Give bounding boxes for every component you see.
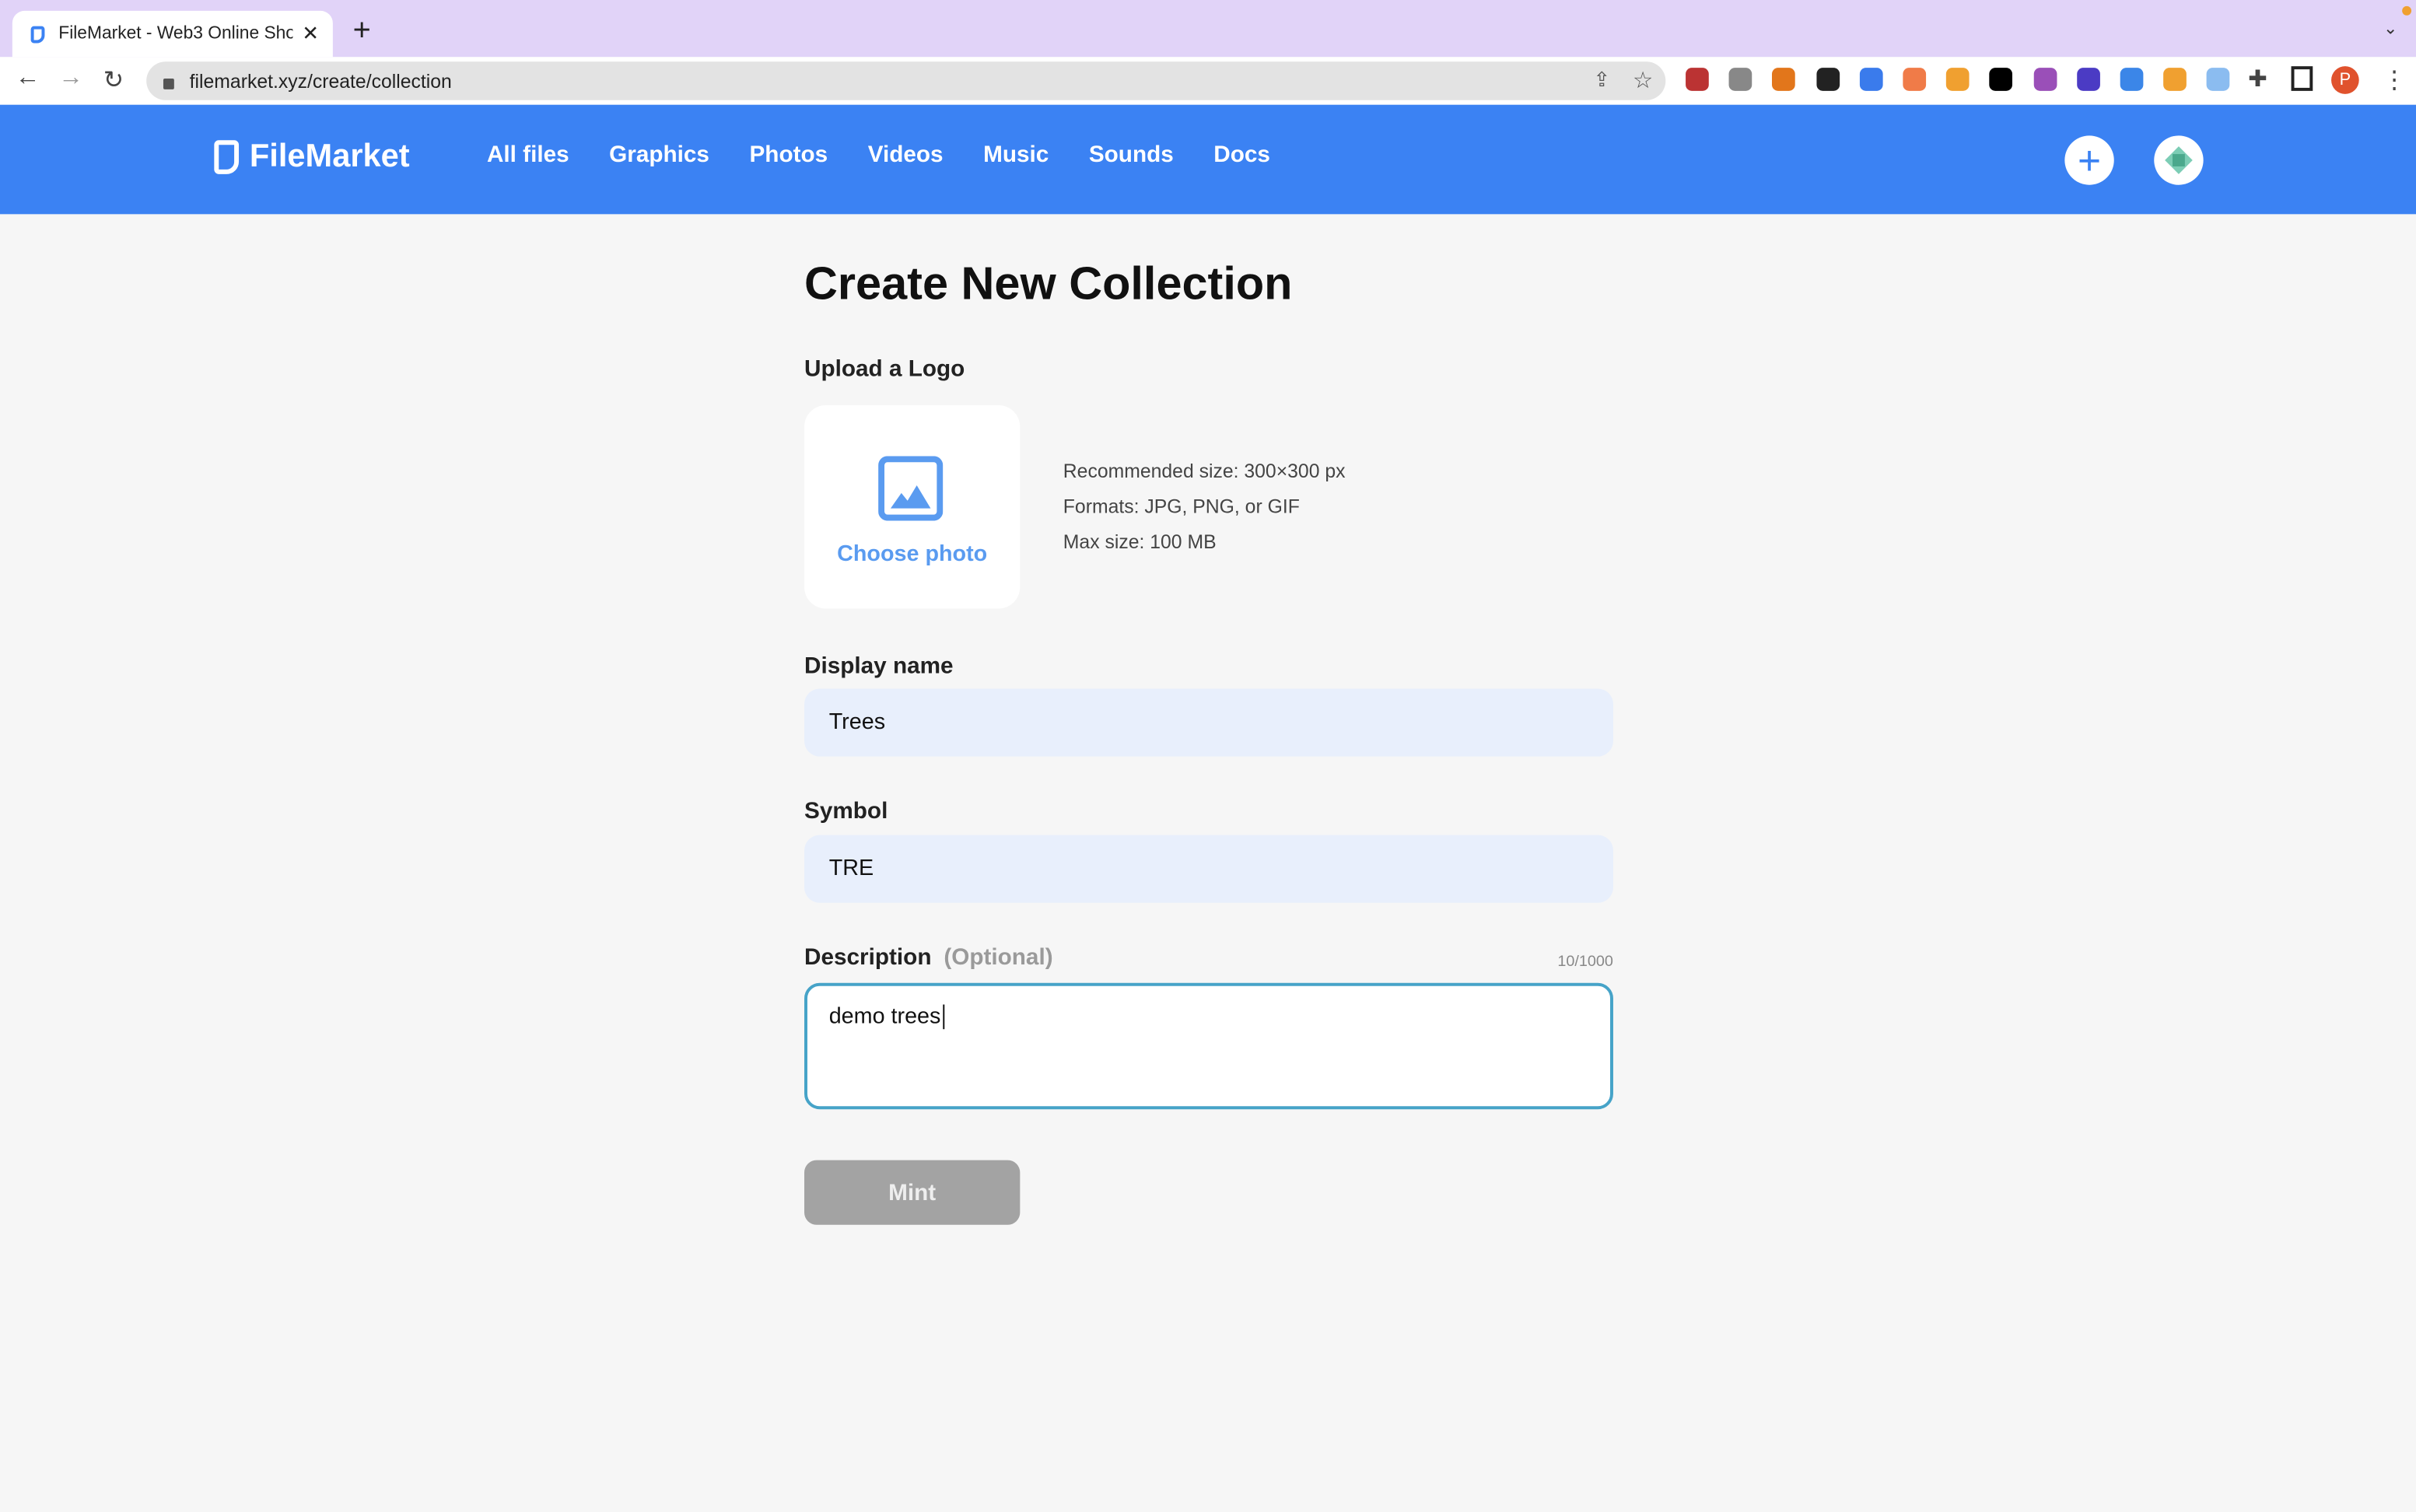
display-name-label: Display name — [804, 653, 954, 680]
lock-icon — [163, 79, 174, 89]
metamask-fox-icon[interactable] — [1772, 68, 1796, 91]
symbol-input[interactable]: TRE — [804, 835, 1613, 903]
create-button[interactable]: + — [2064, 135, 2114, 185]
user-avatar[interactable] — [2154, 135, 2204, 185]
browser-toolbar: ← → ↻ filemarket.xyz/create/collection ⇪… — [0, 57, 2416, 105]
arc-icon[interactable] — [1903, 68, 1927, 91]
address-bar[interactable]: filemarket.xyz/create/collection ⇪ ☆ — [146, 61, 1666, 100]
notification-dot-icon — [2402, 5, 2412, 16]
extensions-puzzle-icon[interactable]: ✚ — [2248, 65, 2267, 93]
description-char-count: 10/1000 — [1557, 954, 1613, 971]
gateway-icon[interactable] — [2033, 68, 2057, 91]
mint-button[interactable]: Mint — [804, 1160, 1021, 1225]
tab-title: FileMarket - Web3 Online Shop — [58, 24, 293, 44]
back-icon[interactable]: ← — [16, 65, 40, 93]
browser-menu-icon[interactable]: ⋮ — [2382, 65, 2407, 96]
hint-max-size: Max size: 100 MB — [1063, 531, 1217, 554]
tab-search-chevron-icon[interactable]: ⌄ — [2383, 19, 2397, 39]
logo-mark-icon — [214, 140, 240, 174]
new-tab-icon[interactable]: + — [353, 14, 371, 50]
snowflake-icon[interactable] — [1990, 68, 2013, 91]
text-cursor — [942, 1004, 944, 1030]
favicon-icon — [30, 25, 45, 43]
site-header: FileMarket All files Graphics Photos Vid… — [0, 104, 2416, 215]
optional-tag: (Optional) — [944, 944, 1053, 971]
swirl-icon[interactable] — [1816, 68, 1840, 91]
polkadot-icon[interactable] — [1946, 68, 1970, 91]
hint-size: Recommended size: 300×300 px — [1063, 460, 1346, 483]
share-icon[interactable]: ⇪ — [1593, 68, 1610, 93]
description-label: Description — [804, 944, 932, 971]
create-collection-form: Create New Collection Upload a Logo Choo… — [804, 214, 1613, 1225]
ghost-icon[interactable] — [2076, 68, 2100, 91]
image-icon — [878, 456, 944, 521]
side-panel-icon[interactable] — [2291, 66, 2313, 91]
bookmark-star-icon[interactable]: ☆ — [1633, 66, 1654, 94]
plus-icon: + — [2078, 137, 2102, 184]
close-tab-icon[interactable]: ✕ — [302, 22, 319, 47]
browser-tab[interactable]: FileMarket - Web3 Online Shop ✕ — [12, 10, 333, 58]
tab-strip: FileMarket - Web3 Online Shop ✕ + ⌄ — [0, 0, 2416, 58]
wave-icon[interactable] — [2120, 68, 2144, 91]
upload-logo-label: Upload a Logo — [804, 355, 965, 383]
choose-photo-label[interactable]: Choose photo — [804, 542, 1020, 567]
upload-hints: Recommended size: 300×300 px Formats: JP… — [1063, 454, 1346, 561]
k-icon[interactable] — [1859, 68, 1883, 91]
forward-icon[interactable]: → — [58, 65, 83, 93]
avatar-pattern-icon — [2165, 146, 2193, 174]
description-textarea[interactable]: demo trees — [804, 982, 1613, 1110]
choose-photo-dropzone[interactable]: Choose photo — [804, 404, 1021, 609]
nav-graphics[interactable]: Graphics — [609, 142, 709, 168]
droplet-icon[interactable] — [2207, 68, 2231, 91]
nav-sounds[interactable]: Sounds — [1089, 142, 1174, 168]
nav-videos[interactable]: Videos — [868, 142, 944, 168]
description-text: demo trees — [828, 1004, 941, 1030]
hint-formats: Formats: JPG, PNG, or GIF — [1063, 495, 1300, 518]
nav-photos[interactable]: Photos — [749, 142, 828, 168]
fingerprint-icon[interactable] — [1686, 68, 1709, 91]
display-name-input[interactable]: Trees — [804, 688, 1613, 757]
page-title: Create New Collection — [804, 258, 1293, 310]
spy-icon[interactable] — [1728, 68, 1752, 91]
helmet-icon[interactable] — [2163, 68, 2187, 91]
brand-name: FileMarket — [249, 138, 410, 174]
nav-docs[interactable]: Docs — [1213, 142, 1270, 168]
url-text: filemarket.xyz/create/collection — [189, 70, 452, 92]
reload-icon[interactable]: ↻ — [103, 65, 124, 96]
symbol-label: Symbol — [804, 798, 888, 824]
filemarket-logo[interactable]: FileMarket — [214, 138, 410, 176]
profile-avatar[interactable]: P — [2331, 66, 2359, 94]
nav-music[interactable]: Music — [983, 142, 1049, 168]
nav-all-files[interactable]: All files — [487, 142, 569, 168]
